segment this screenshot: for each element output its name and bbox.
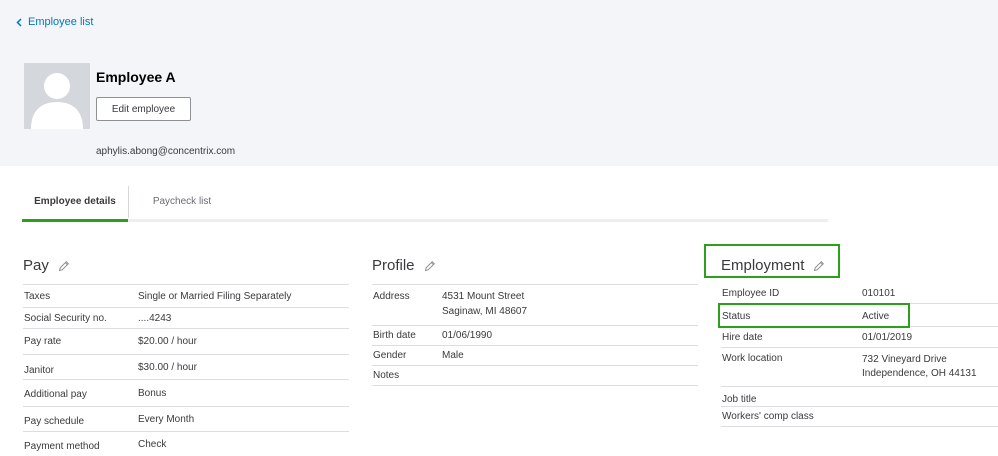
row-label: Taxes bbox=[24, 291, 51, 302]
row-value: Single or Married Filing Separately bbox=[138, 291, 292, 302]
pay-section-title: Pay bbox=[23, 257, 49, 274]
row-label: Social Security no. bbox=[24, 313, 107, 324]
pencil-icon[interactable] bbox=[424, 260, 436, 272]
address-line2: Saginaw, MI 48607 bbox=[442, 306, 528, 317]
back-to-employee-list-link[interactable]: Employee list bbox=[16, 16, 93, 28]
pay-row-payment-method: Payment method Check bbox=[23, 432, 349, 456]
row-label: Workers' comp class bbox=[722, 411, 814, 422]
address-line1: 4531 Mount Street bbox=[442, 291, 525, 302]
row-label: Janitor bbox=[24, 365, 55, 376]
row-label: Birth date bbox=[373, 330, 416, 341]
profile-row-gender: Gender Male bbox=[372, 346, 698, 366]
row-value: ....4243 bbox=[138, 313, 172, 324]
employment-row-job-title: Job title bbox=[721, 387, 998, 407]
profile-row-address: Address 4531 Mount Street Saginaw, MI 48… bbox=[372, 285, 698, 326]
employee-email: aphylis.abong@concentrix.com bbox=[96, 146, 236, 157]
pay-row-pay-rate: Pay rate $20.00 / hour bbox=[23, 329, 349, 355]
row-value: $20.00 / hour bbox=[138, 336, 197, 347]
tab-employee-details[interactable]: Employee details bbox=[22, 184, 128, 222]
profile-section-header: Profile bbox=[372, 257, 436, 274]
row-value: 01/01/2019 bbox=[862, 332, 913, 343]
pay-row-additional-pay: Additional pay Bonus bbox=[23, 380, 349, 407]
row-label: Payment method bbox=[24, 441, 100, 452]
row-label: Gender bbox=[373, 350, 407, 361]
status-row-highlight bbox=[718, 303, 910, 328]
pay-row-taxes: Taxes Single or Married Filing Separatel… bbox=[23, 285, 349, 308]
row-label: Hire date bbox=[722, 332, 763, 343]
tab-paycheck-list[interactable]: Paycheck list bbox=[129, 184, 235, 219]
row-value: Bonus bbox=[138, 388, 167, 399]
profile-row-birth-date: Birth date 01/06/1990 bbox=[372, 326, 698, 346]
employment-row-hire-date: Hire date 01/01/2019 bbox=[721, 327, 998, 348]
pay-row-janitor: Janitor $30.00 / hour bbox=[23, 355, 349, 380]
profile-table: Address 4531 Mount Street Saginaw, MI 48… bbox=[372, 284, 698, 386]
profile-section-title: Profile bbox=[372, 257, 415, 274]
employee-name: Employee A bbox=[96, 69, 176, 85]
row-label: Job title bbox=[722, 394, 757, 405]
pay-table: Taxes Single or Married Filing Separatel… bbox=[23, 284, 349, 456]
back-link-label: Employee list bbox=[28, 16, 94, 28]
row-label: Address bbox=[373, 291, 410, 302]
work-location-line2: Independence, OH 44131 bbox=[862, 368, 977, 379]
chevron-left-icon bbox=[16, 17, 22, 27]
pencil-icon[interactable] bbox=[58, 260, 70, 272]
employment-row-work-location: Work location 732 Vineyard Drive Indepen… bbox=[721, 348, 998, 387]
row-value: 01/06/1990 bbox=[442, 330, 493, 341]
avatar-placeholder-icon bbox=[31, 73, 83, 129]
row-label: Employee ID bbox=[722, 288, 780, 299]
employee-header: Employee list Employee A Edit employee a… bbox=[0, 0, 998, 166]
pay-section-header: Pay bbox=[23, 257, 70, 274]
pay-row-ssn: Social Security no. ....4243 bbox=[23, 308, 349, 329]
row-value: Check bbox=[138, 439, 167, 450]
work-location-line1: 732 Vineyard Drive bbox=[862, 354, 947, 365]
profile-row-notes: Notes bbox=[372, 366, 698, 386]
row-value: 010101 bbox=[862, 288, 896, 299]
tab-bar: Employee details Paycheck list bbox=[22, 184, 828, 222]
row-value: Male bbox=[442, 350, 464, 361]
edit-employee-button[interactable]: Edit employee bbox=[96, 97, 191, 121]
row-label: Pay rate bbox=[24, 336, 62, 347]
employment-row-workers-comp-class: Workers' comp class bbox=[721, 407, 998, 427]
employment-title-highlight bbox=[704, 244, 840, 278]
row-value: $30.00 / hour bbox=[138, 362, 197, 373]
row-label: Pay schedule bbox=[24, 416, 85, 427]
row-label: Notes bbox=[373, 370, 400, 381]
row-label: Additional pay bbox=[24, 389, 87, 400]
pay-row-pay-schedule: Pay schedule Every Month bbox=[23, 407, 349, 432]
employment-row-employee-id: Employee ID 010101 bbox=[721, 283, 998, 304]
row-value: Every Month bbox=[138, 414, 195, 425]
row-label: Work location bbox=[722, 353, 783, 364]
avatar bbox=[24, 63, 90, 129]
